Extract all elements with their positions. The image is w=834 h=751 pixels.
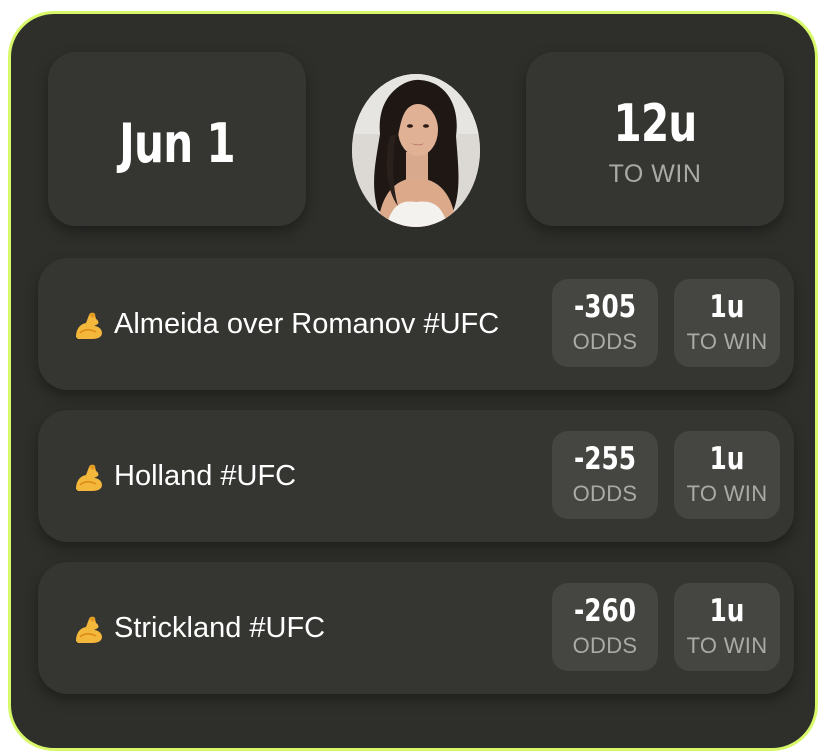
odds-label: ODDS [572, 481, 638, 506]
odds-pill: -260 ODDS [552, 583, 658, 671]
odds-label: ODDS [572, 633, 638, 658]
pick-row[interactable]: Strickland #UFC -260 ODDS 1u TO WIN [38, 562, 794, 694]
total-units: 12u [613, 94, 698, 154]
pick-row[interactable]: Almeida over Romanov #UFC -305 ODDS 1u T… [38, 258, 794, 390]
odds-value: -305 [573, 289, 637, 325]
units-value: 1u [709, 441, 745, 477]
odds-pill: -305 ODDS [552, 279, 658, 367]
date-tile: Jun 1 [48, 52, 306, 226]
pick-title: Almeida over Romanov #UFC [72, 258, 499, 390]
to-win-pill: 1u TO WIN [674, 431, 780, 519]
to-win-pill: 1u TO WIN [674, 279, 780, 367]
odds-value: -255 [573, 441, 637, 477]
pick-title: Strickland #UFC [72, 562, 325, 694]
units-label: TO WIN [686, 633, 768, 658]
units-value: 1u [709, 593, 745, 629]
flexed-biceps-icon [76, 616, 102, 643]
units-value: 1u [709, 289, 745, 325]
avatar-portrait [352, 74, 480, 227]
total-to-win-label: TO WIN [608, 160, 702, 188]
odds-pill: -255 ODDS [552, 431, 658, 519]
flexed-biceps-icon [76, 464, 102, 491]
total-to-win-tile: 12u TO WIN [526, 52, 784, 226]
units-label: TO WIN [686, 481, 768, 506]
flexed-biceps-icon [76, 312, 102, 339]
pick-title-text: Holland #UFC [114, 459, 297, 492]
pick-date: Jun 1 [119, 112, 236, 175]
pick-title-text: Strickland #UFC [114, 611, 326, 644]
pick-title-text: Almeida over Romanov #UFC [114, 307, 500, 340]
pick-title: Holland #UFC [72, 410, 296, 542]
avatar[interactable] [352, 74, 480, 227]
pick-row[interactable]: Holland #UFC -255 ODDS 1u TO WIN [38, 410, 794, 542]
to-win-pill: 1u TO WIN [674, 583, 780, 671]
odds-value: -260 [573, 593, 637, 629]
units-label: TO WIN [686, 329, 768, 354]
odds-label: ODDS [572, 329, 638, 354]
